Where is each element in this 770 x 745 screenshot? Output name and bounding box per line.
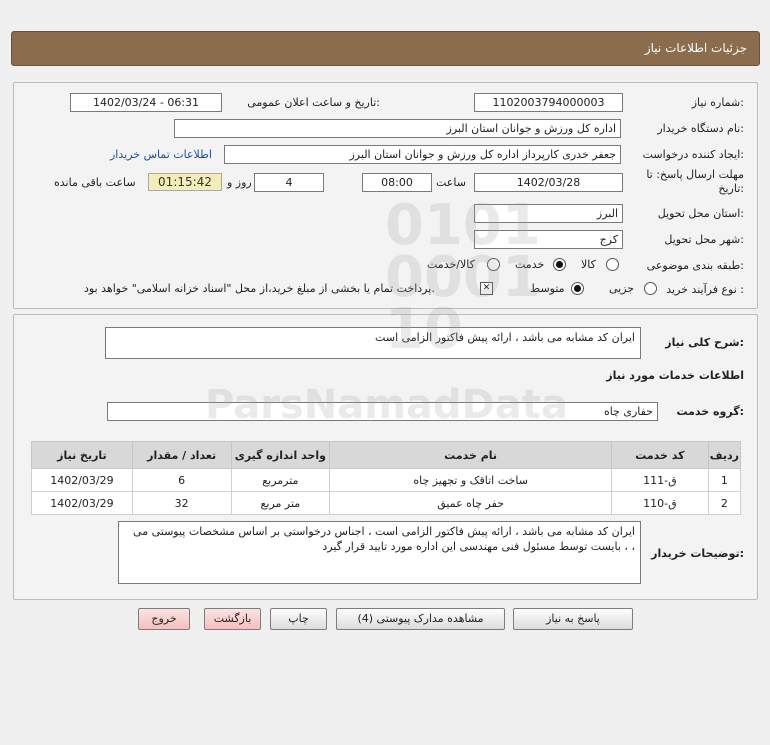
treasury-checkbox[interactable]: ✕ xyxy=(480,282,493,295)
province-field: البرز xyxy=(474,204,623,223)
process-option-medium: متوسط xyxy=(530,282,565,295)
services-table: تاریخ نیاز تعداد / مقدار واحد اندازه گیر… xyxy=(31,441,742,515)
process-option-minor: جزیی xyxy=(609,282,635,295)
requester-field: جعفر خدری کارپرداز اداره کل ورزش و جوانا… xyxy=(224,145,621,164)
remaining-label: ساعت باقی مانده xyxy=(54,176,136,189)
days-field: 4 xyxy=(254,173,324,192)
process-radio-medium[interactable] xyxy=(571,282,584,295)
table-row: 1402/03/29 32 متر مربع حفر چاه عمیق ق-11… xyxy=(31,491,742,515)
print-button[interactable]: چاپ xyxy=(270,608,327,630)
days-label: روز و xyxy=(227,176,252,189)
cell-row-number: 1 xyxy=(707,468,742,492)
category-label: طبقه بندی موضوعی: xyxy=(646,259,744,272)
province-label: استان محل تحویل: xyxy=(657,207,744,220)
table-row: 1402/03/29 6 مترمربع ساخت اتاقک و تجهیز … xyxy=(31,468,742,492)
category-radio-goods[interactable] xyxy=(606,258,619,271)
category-radio-goods-service[interactable] xyxy=(487,258,500,271)
cell-row-number: 2 xyxy=(707,491,742,515)
cell-service-code: ق-111 xyxy=(611,468,709,492)
page-title: جزئیات اطلاعات نیاز xyxy=(644,41,747,55)
service-group-label: گروه خدمت: xyxy=(676,405,744,418)
cell-date: 1402/03/29 xyxy=(31,491,133,515)
table-header-row: تاریخ نیاز تعداد / مقدار واحد اندازه گیر… xyxy=(31,441,742,469)
deadline-time-field: 08:00 xyxy=(362,173,432,192)
remaining-timer: 01:15:42 xyxy=(148,173,222,191)
deadline-label-date: تاریخ: xyxy=(718,182,744,195)
deadline-date-field: 1402/03/28 xyxy=(474,173,623,192)
need-number-label: شماره نیاز: xyxy=(691,96,744,109)
view-attachments-button[interactable]: مشاهده مدارک پیوستی (4) xyxy=(336,608,505,630)
city-field: کرج xyxy=(474,230,623,249)
cell-service-name: حفر چاه عمیق xyxy=(329,491,613,515)
col-header-service-code: کد خدمت xyxy=(611,441,709,469)
services-title: اطلاعات خدمات مورد نیاز xyxy=(606,369,744,382)
category-option-service: خدمت xyxy=(515,258,545,271)
category-option-goods: کالا xyxy=(581,258,596,271)
cell-service-name: ساخت اتاقک و تجهیز چاه xyxy=(329,468,613,492)
announce-field: 1402/03/24 - 06:31 xyxy=(70,93,222,112)
category-radio-service[interactable] xyxy=(553,258,566,271)
buyer-org-label: نام دستگاه خریدار: xyxy=(657,122,744,135)
buyer-notes-label: توضیحات خریدار: xyxy=(651,547,744,560)
col-header-row: ردیف xyxy=(707,441,742,469)
buyer-notes-field: ایران کد مشابه می باشد ، ارائه پیش فاکتو… xyxy=(118,521,641,584)
col-header-date: تاریخ نیاز xyxy=(31,441,133,469)
requester-label: ایجاد کننده درخواست: xyxy=(642,148,744,161)
col-header-unit: واحد اندازه گیری xyxy=(230,441,331,469)
cell-quantity: 32 xyxy=(131,491,232,515)
city-label: شهر محل تحویل: xyxy=(664,233,744,246)
cell-unit: متر مربع xyxy=(230,491,331,515)
category-option-goods-service: کالا/خدمت xyxy=(427,258,475,271)
service-group-field: حفاری چاه xyxy=(107,402,658,421)
cell-quantity: 6 xyxy=(131,468,232,492)
deadline-time-label: ساعت xyxy=(436,176,466,189)
exit-button[interactable]: خروج xyxy=(138,608,190,630)
need-info-panel: شماره نیاز: 1102003794000003 تاریخ و ساع… xyxy=(13,82,758,309)
need-number-field: 1102003794000003 xyxy=(474,93,623,112)
payment-note: پرداخت تمام یا بخشی از مبلغ خرید،از محل … xyxy=(84,282,435,295)
summary-label: شرح کلی نیاز: xyxy=(665,336,744,349)
reply-button[interactable]: پاسخ به نیاز xyxy=(513,608,633,630)
buyer-contact-link[interactable]: اطلاعات تماس خریدار xyxy=(110,148,212,161)
col-header-service-name: نام خدمت xyxy=(329,441,613,469)
page-header: جزئیات اطلاعات نیاز xyxy=(11,31,760,66)
back-button[interactable]: بازگشت xyxy=(204,608,261,630)
col-header-quantity: تعداد / مقدار xyxy=(131,441,232,469)
cell-unit: مترمربع xyxy=(230,468,331,492)
process-label: نوع فرآیند خرید : xyxy=(666,283,744,296)
buyer-org-field: اداره کل ورزش و جوانان استان البرز xyxy=(174,119,621,138)
summary-field: ایران کد مشابه می باشد ، ارائه پیش فاکتو… xyxy=(105,327,641,359)
cell-date: 1402/03/29 xyxy=(31,468,133,492)
cell-service-code: ق-110 xyxy=(611,491,709,515)
announce-label: تاریخ و ساعت اعلان عمومی: xyxy=(247,96,380,109)
deadline-label: مهلت ارسال پاسخ: تا xyxy=(646,168,744,181)
need-description-panel: شرح کلی نیاز: ایران کد مشابه می باشد ، ا… xyxy=(13,314,758,600)
process-radio-minor[interactable] xyxy=(644,282,657,295)
